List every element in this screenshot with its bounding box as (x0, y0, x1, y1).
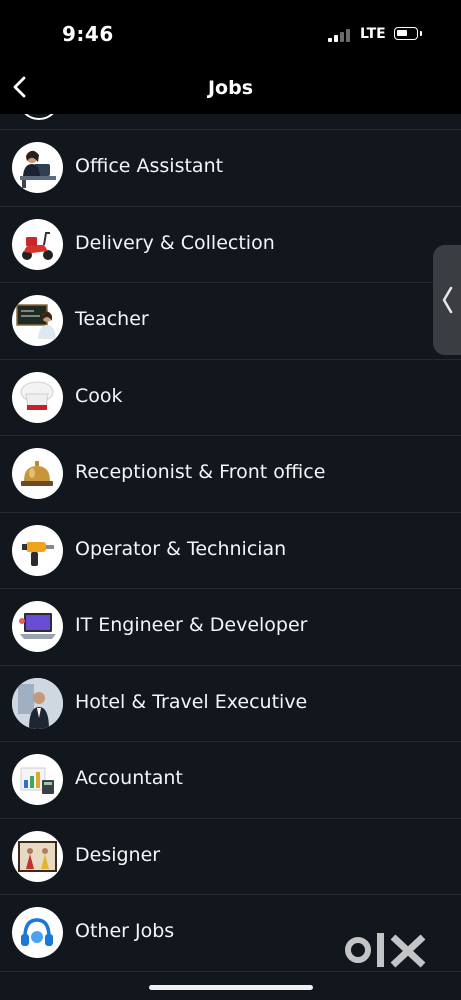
job-label: Other Jobs (75, 920, 175, 942)
page-title: Jobs (207, 77, 254, 99)
hotel-executive-icon (12, 677, 63, 729)
chevron-left-icon (442, 286, 453, 314)
job-label: Cook (75, 384, 123, 407)
job-item-it-engineer[interactable]: IT Engineer & Developer (0, 589, 461, 666)
headset-icon (12, 907, 63, 958)
network-type: LTE (360, 26, 386, 42)
side-drawer-tab[interactable] (433, 245, 461, 355)
job-label: Hotel & Travel Executive (75, 690, 308, 713)
job-item-operator-technician[interactable]: Operator & Technician (0, 513, 461, 589)
chef-hat-icon (12, 371, 63, 423)
signal-icon (328, 27, 354, 42)
drill-icon (12, 524, 63, 576)
job-item-office-assistant[interactable]: Office Assistant (0, 130, 461, 207)
job-item-teacher[interactable]: Teacher (0, 283, 461, 360)
job-item-receptionist[interactable]: Receptionist & Front office (0, 436, 461, 513)
job-item-accountant[interactable]: Accountant (0, 742, 461, 819)
job-item-hotel-travel[interactable]: Hotel & Travel Executive (0, 666, 461, 742)
job-item-designer[interactable]: Designer (0, 819, 461, 895)
office-assistant-icon (12, 142, 63, 193)
job-label: Operator & Technician (75, 537, 287, 560)
job-label: IT Engineer & Developer (75, 614, 308, 636)
service-bell-icon (12, 448, 63, 499)
status-time: 9:46 (62, 22, 114, 46)
job-category-list: Office Assistant Delivery & Collection T… (0, 114, 461, 972)
job-label: Office Assistant (75, 155, 224, 177)
job-label: Designer (75, 843, 161, 866)
olx-logo (345, 933, 426, 968)
laptop-icon (12, 601, 63, 652)
job-label: Delivery & Collection (75, 231, 275, 254)
job-label: Receptionist & Front office (75, 461, 326, 483)
delivery-scooter-icon (12, 218, 63, 270)
job-item-delivery-collection[interactable]: Delivery & Collection (0, 207, 461, 283)
status-bar: 9:46 LTE (0, 0, 461, 60)
list-item-partial (0, 114, 461, 130)
job-label: Accountant (75, 767, 183, 789)
accountant-icon (12, 754, 63, 805)
home-indicator[interactable] (149, 985, 313, 990)
battery-icon (394, 27, 418, 40)
designer-icon (12, 830, 63, 882)
nav-bar: Jobs (0, 60, 461, 114)
job-label: Teacher (75, 308, 149, 330)
teacher-icon (12, 295, 63, 346)
job-item-cook[interactable]: Cook (0, 360, 461, 436)
